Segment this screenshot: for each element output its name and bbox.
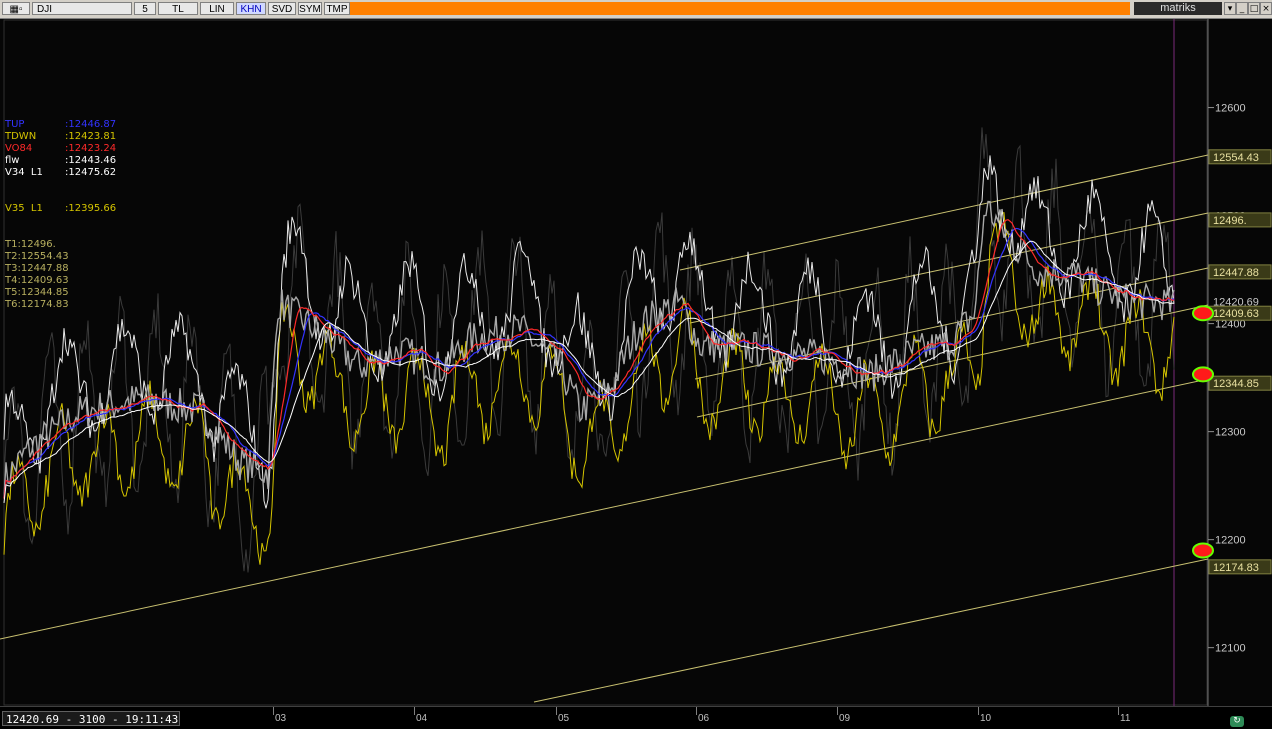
legend-entry: T1:12496. [5, 239, 116, 251]
legend-label: T5:12344.85 [5, 287, 69, 298]
legend-entry [5, 179, 116, 191]
x-tick [273, 707, 274, 715]
close-button[interactable]: × [1260, 2, 1272, 15]
tl-button[interactable]: TL [158, 2, 198, 15]
legend-label: V35 L1 [5, 203, 43, 214]
indicator-legend: TUP:12446.87 TDWN:12423.81 VO84:12423.24 fl… [5, 119, 116, 311]
legend-entry: V34 L1 :12475.62 [5, 167, 116, 179]
legend-value: :12423.81 [65, 131, 117, 142]
dropdown-icon[interactable]: ▾ [1224, 2, 1236, 15]
x-tick-label: 03 [275, 713, 287, 724]
legend-entry: VO84 :12423.24 [5, 143, 116, 155]
y-tick-label: 12300 [1215, 427, 1246, 439]
lin-button[interactable]: LIN [200, 2, 234, 15]
legend-label: T6:12174.83 [5, 299, 69, 310]
legend-entry: flw :12443.46 [5, 155, 116, 167]
y-tick-label: 12200 [1215, 535, 1246, 547]
bottom-bar: 12420.69 - 3100 - 19:11:43 03 04 05 06 09 10 1… [0, 706, 1272, 729]
legend-entry: T6:12174.83 [5, 299, 116, 311]
x-tick-label: 09 [839, 713, 851, 724]
legend-entry: V35 L1 :12395.66 [5, 203, 116, 215]
legend-label: flw [5, 155, 20, 166]
x-tick [414, 707, 415, 715]
legend-value: :12395.66 [65, 203, 117, 214]
legend-value: :12446.87 [65, 119, 117, 130]
brand-logo: matriks [1134, 2, 1222, 15]
legend-value: :12443.46 [65, 155, 117, 166]
svd-button[interactable]: SVD [268, 2, 296, 15]
symbol-field[interactable]: DJI [32, 2, 132, 15]
y-tick-label: 12100 [1215, 643, 1246, 655]
legend-entry: TDWN :12423.81 [5, 131, 116, 143]
x-tick [696, 707, 697, 715]
price-marker [1192, 305, 1214, 322]
x-tick [1118, 707, 1119, 715]
price-label-text: 12496. [1213, 215, 1247, 227]
legend-label: TDWN [5, 131, 37, 142]
price-label-text: 12344.85 [1213, 378, 1259, 390]
price-chart[interactable]: 12100122001230012400125001260012420.69 1… [0, 19, 1272, 706]
legend-entry: T5:12344.85 [5, 287, 116, 299]
price-marker [1192, 542, 1214, 559]
legend-label: T4:12409.63 [5, 275, 69, 286]
price-marker [1192, 366, 1214, 383]
legend-entry [5, 215, 116, 227]
legend-label: T1:12496. [5, 239, 56, 250]
tmp-button[interactable]: TMP [324, 2, 350, 15]
legend-entry: T4:12409.63 [5, 275, 116, 287]
refresh-icon[interactable]: ↻ [1230, 716, 1244, 727]
maximize-button[interactable]: □ [1248, 2, 1260, 15]
x-tick-label: 05 [558, 713, 570, 724]
legend-label: T2:12554.43 [5, 251, 69, 262]
sym-button[interactable]: SYM [298, 2, 322, 15]
legend-label: TUP [5, 119, 25, 130]
price-label-text: 12447.88 [1213, 267, 1259, 279]
title-strip [350, 2, 1130, 15]
x-tick-label: 11 [1120, 713, 1131, 724]
y-tick-label: 12600 [1215, 103, 1246, 115]
price-label-text: 12174.83 [1213, 562, 1259, 574]
legend-label: V34 L1 [5, 167, 43, 178]
legend-label: VO84 [5, 143, 33, 154]
chart-titlebar: ▦▫ DJI 5 TL LIN KHN SVD SYM TMP matriks … [0, 0, 1272, 19]
legend-value: :12423.24 [65, 143, 117, 154]
x-tick [837, 707, 838, 715]
x-tick [978, 707, 979, 715]
x-tick [556, 707, 557, 715]
minimize-button[interactable]: _ [1236, 2, 1248, 15]
price-label-text: 12554.43 [1213, 152, 1259, 164]
chart-menu-icon[interactable]: ▦▫ [2, 2, 30, 15]
x-tick-label: 04 [416, 713, 428, 724]
khn-button[interactable]: KHN [236, 2, 266, 15]
legend-value: :12475.62 [65, 167, 117, 178]
legend-entry: T3:12447.88 [5, 263, 116, 275]
legend-label: T3:12447.88 [5, 263, 69, 274]
legend-entry: T2:12554.43 [5, 251, 116, 263]
legend-entry: TUP :12446.87 [5, 119, 116, 131]
status-readout: 12420.69 - 3100 - 19:11:43 [2, 711, 180, 726]
period-field[interactable]: 5 [134, 2, 156, 15]
price-label-text: 12409.63 [1213, 308, 1259, 320]
legend-entry [5, 191, 116, 203]
x-tick-label: 06 [698, 713, 710, 724]
legend-entry [5, 227, 116, 239]
x-tick-label: 10 [980, 713, 992, 724]
